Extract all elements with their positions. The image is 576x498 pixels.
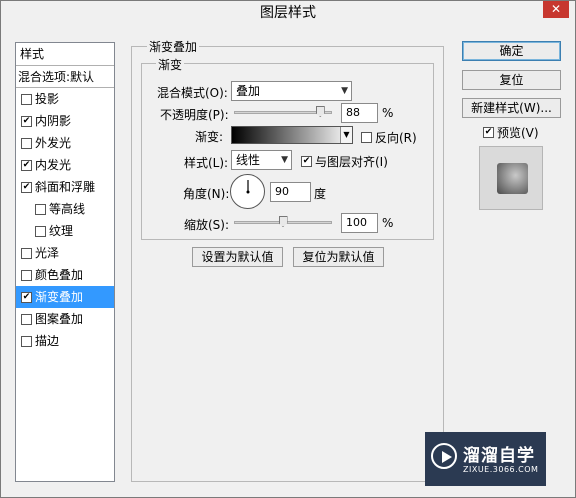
reset-button[interactable]: 复位 <box>462 70 561 90</box>
set-default-button[interactable]: 设置为默认值 <box>192 247 283 267</box>
align-with-layer-checkbox[interactable]: ✔ 与图层对齐(I) <box>301 153 388 170</box>
preview-checkbox[interactable]: ✔ 预览(V) <box>483 124 539 141</box>
style-item-label: 等高线 <box>49 202 86 216</box>
style-item[interactable]: ✔ 内阴影 <box>16 110 114 132</box>
style-item-checkbox[interactable]: ✔ <box>21 159 32 171</box>
style-item-label: 光泽 <box>35 246 60 260</box>
style-item-checkbox[interactable] <box>21 93 32 105</box>
reverse-checkbox[interactable]: 反向(R) <box>361 129 417 146</box>
style-item-checkbox[interactable] <box>35 225 46 237</box>
title-bar: 图层样式 <box>1 1 575 25</box>
play-logo-icon <box>431 443 457 469</box>
style-item-label: 内发光 <box>35 158 72 172</box>
angle-label: 角度(N): <box>183 187 230 201</box>
style-item[interactable]: 图案叠加 <box>16 308 114 330</box>
gradient-label: 渐变: <box>195 130 224 144</box>
style-item-checkbox[interactable] <box>21 269 32 281</box>
layer-style-dialog: 图层样式 ✕ 样式 混合选项:默认 投影 ✔ 内阴影 外发光 ✔ 内发光 ✔ 斜面和浮雕 等高线… <box>0 0 576 498</box>
style-label: 样式(L): <box>184 156 229 170</box>
style-item[interactable]: ✔ 渐变叠加 <box>16 286 114 308</box>
style-item[interactable]: 光泽 <box>16 242 114 264</box>
style-item[interactable]: 外发光 <box>16 132 114 154</box>
blend-options-item[interactable]: 混合选项:默认 <box>16 66 114 88</box>
style-item-label: 纹理 <box>49 224 74 238</box>
style-item-checkbox[interactable] <box>35 203 46 215</box>
style-item-checkbox[interactable]: ✔ <box>21 115 32 127</box>
blend-mode-label: 混合模式(O): <box>157 86 228 100</box>
opacity-label: 不透明度(P): <box>160 108 229 122</box>
close-button[interactable]: ✕ <box>543 1 569 18</box>
style-select[interactable]: 线性 ▼ <box>231 150 292 170</box>
style-item-checkbox[interactable] <box>21 247 32 259</box>
opacity-unit: % <box>382 106 394 120</box>
scale-label: 缩放(S): <box>184 218 230 232</box>
reset-default-button[interactable]: 复位为默认值 <box>293 247 384 267</box>
align-label: 与图层对齐(I) <box>315 155 388 169</box>
style-preview <box>479 146 543 210</box>
subgroup-title: 渐变 <box>156 56 185 73</box>
new-style-button[interactable]: 新建样式(W)... <box>462 98 561 118</box>
chevron-down-icon: ▼ <box>281 155 288 165</box>
blend-mode-value: 叠加 <box>236 84 261 98</box>
style-item-checkbox[interactable]: ✔ <box>21 181 32 193</box>
styles-header[interactable]: 样式 <box>16 43 114 66</box>
watermark-subtitle: ZIXUE.3066.COM <box>463 465 539 474</box>
style-item-label: 内阴影 <box>35 114 72 128</box>
style-item-label: 描边 <box>35 334 60 348</box>
reverse-label: 反向(R) <box>375 131 417 145</box>
blend-mode-select[interactable]: 叠加 ▼ <box>231 81 352 101</box>
angle-unit: 度 <box>314 187 327 201</box>
style-item-label: 渐变叠加 <box>35 290 84 304</box>
preview-label: 预览(V) <box>497 126 539 140</box>
style-item-checkbox[interactable] <box>21 313 32 325</box>
style-item[interactable]: 投影 <box>16 88 114 110</box>
style-item-label: 图案叠加 <box>35 312 84 326</box>
opacity-input[interactable]: 88 <box>341 103 378 123</box>
styles-list: 样式 混合选项:默认 投影 ✔ 内阴影 外发光 ✔ 内发光 ✔ 斜面和浮雕 等高线 纹理 光泽 颜色叠… <box>15 42 115 482</box>
angle-dial[interactable] <box>230 174 265 209</box>
style-item-checkbox[interactable]: ✔ <box>21 291 32 303</box>
group-title: 渐变叠加 <box>147 38 200 55</box>
angle-needle-icon <box>246 180 250 194</box>
close-icon: ✕ <box>550 2 562 16</box>
angle-input[interactable]: 90 <box>270 182 311 202</box>
gradient-picker[interactable] <box>231 126 353 144</box>
watermark: 溜溜自学 ZIXUE.3066.COM <box>425 432 546 486</box>
ok-button[interactable]: 确定 <box>462 41 561 61</box>
scale-unit: % <box>382 216 394 230</box>
style-item-label: 斜面和浮雕 <box>35 180 96 194</box>
style-value: 线性 <box>236 153 261 167</box>
preview-checkbox-box[interactable]: ✔ <box>483 127 494 138</box>
reverse-checkbox-box[interactable] <box>361 132 372 143</box>
style-item-checkbox[interactable] <box>21 335 32 347</box>
align-checkbox-box[interactable]: ✔ <box>301 156 312 167</box>
style-item-label: 投影 <box>35 92 60 106</box>
style-item-label: 外发光 <box>35 136 72 150</box>
gradient-dropdown-icon[interactable]: ▼ <box>340 127 352 143</box>
style-item[interactable]: ✔ 斜面和浮雕 <box>16 176 114 198</box>
style-item-label: 颜色叠加 <box>35 268 84 282</box>
chevron-down-icon: ▼ <box>341 86 348 96</box>
style-item-checkbox[interactable] <box>21 137 32 149</box>
dialog-title: 图层样式 <box>260 5 316 21</box>
preview-swatch <box>497 163 528 194</box>
style-item[interactable]: ✔ 内发光 <box>16 154 114 176</box>
watermark-title: 溜溜自学 <box>463 446 535 466</box>
scale-input[interactable]: 100 <box>341 213 378 233</box>
style-item[interactable]: 纹理 <box>16 220 114 242</box>
style-item[interactable]: 描边 <box>16 330 114 352</box>
style-item[interactable]: 等高线 <box>16 198 114 220</box>
style-item[interactable]: 颜色叠加 <box>16 264 114 286</box>
